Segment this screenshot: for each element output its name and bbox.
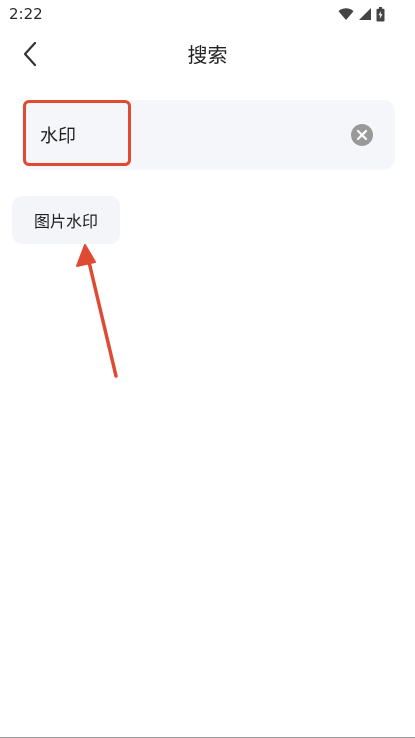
suggestion-label: 图片水印	[33, 212, 98, 231]
wifi-icon	[338, 7, 354, 21]
page-title: 搜索	[187, 43, 228, 67]
battery-icon	[376, 6, 385, 22]
header: 搜索	[0, 28, 415, 82]
suggestion-chip[interactable]: 图片水印	[12, 196, 120, 244]
cellular-signal-icon	[358, 7, 372, 21]
status-bar: 2:22	[0, 0, 415, 28]
status-icons	[338, 5, 385, 23]
search-bar	[22, 100, 395, 170]
search-input[interactable]	[40, 100, 340, 170]
clear-circle-icon	[351, 124, 373, 146]
status-time: 2:22	[9, 5, 43, 23]
search-screen: 2:22 搜索 水印 图片水印	[0, 0, 415, 738]
clear-button[interactable]	[351, 124, 373, 146]
